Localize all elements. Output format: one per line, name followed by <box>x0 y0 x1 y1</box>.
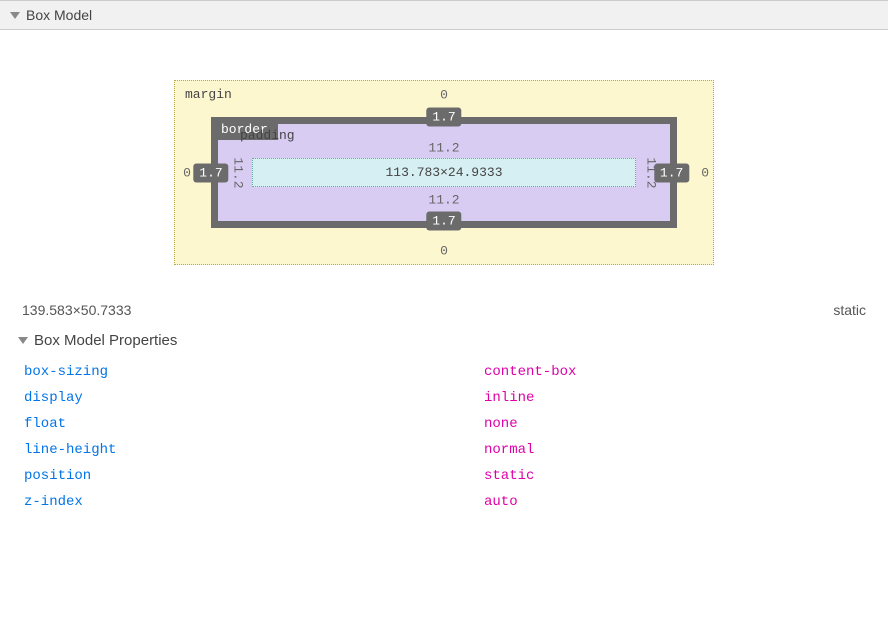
panel-header-title: Box Model <box>26 7 92 23</box>
property-value: content-box <box>484 364 576 380</box>
property-row[interactable]: line-height normal <box>24 437 864 463</box>
property-name: line-height <box>24 442 484 458</box>
property-name: box-sizing <box>24 364 484 380</box>
property-value: auto <box>484 494 518 510</box>
border-bottom-value[interactable]: 1.7 <box>426 212 461 231</box>
property-row[interactable]: box-sizing content-box <box>24 359 864 385</box>
property-value: none <box>484 416 518 432</box>
padding-bottom-value[interactable]: 11.2 <box>428 193 459 208</box>
chevron-down-icon <box>10 12 20 19</box>
padding-top-value[interactable]: 11.2 <box>428 141 459 156</box>
padding-label: padding <box>240 128 295 143</box>
border-top-value[interactable]: 1.7 <box>426 108 461 127</box>
box-model-properties-header[interactable]: Box Model Properties <box>0 326 888 355</box>
margin-left-value[interactable]: 0 <box>183 165 191 180</box>
box-model-properties-list: box-sizing content-box display inline fl… <box>0 355 888 519</box>
element-size: 139.583×50.7333 <box>22 302 131 318</box>
element-position-type: static <box>833 302 866 318</box>
border-right-value[interactable]: 1.7 <box>654 163 689 182</box>
box-model-panel-header[interactable]: Box Model <box>0 0 888 30</box>
property-value: static <box>484 468 534 484</box>
margin-label: margin <box>185 87 232 102</box>
box-size-row: 139.583×50.7333 static <box>0 290 888 326</box>
property-row[interactable]: position static <box>24 463 864 489</box>
sub-header-title: Box Model Properties <box>34 332 177 349</box>
property-name: z-index <box>24 494 484 510</box>
property-value: inline <box>484 390 534 406</box>
margin-box[interactable]: margin 0 0 0 0 1.7 1.7 1.7 1.7 border pa… <box>174 80 714 265</box>
chevron-down-icon <box>18 337 28 344</box>
property-row[interactable]: float none <box>24 411 864 437</box>
margin-right-value[interactable]: 0 <box>701 165 709 180</box>
property-value: normal <box>484 442 534 458</box>
property-name: position <box>24 468 484 484</box>
property-row[interactable]: z-index auto <box>24 489 864 515</box>
property-name: float <box>24 416 484 432</box>
margin-top-value[interactable]: 0 <box>440 88 448 103</box>
margin-bottom-value[interactable]: 0 <box>440 244 448 259</box>
padding-left-value[interactable]: 11.2 <box>231 157 246 188</box>
content-box[interactable]: 113.783×24.9333 <box>252 158 636 187</box>
content-size: 113.783×24.9333 <box>385 165 502 180</box>
box-model-diagram: margin 0 0 0 0 1.7 1.7 1.7 1.7 border pa… <box>0 30 888 290</box>
property-row[interactable]: display inline <box>24 385 864 411</box>
border-left-value[interactable]: 1.7 <box>193 163 228 182</box>
property-name: display <box>24 390 484 406</box>
